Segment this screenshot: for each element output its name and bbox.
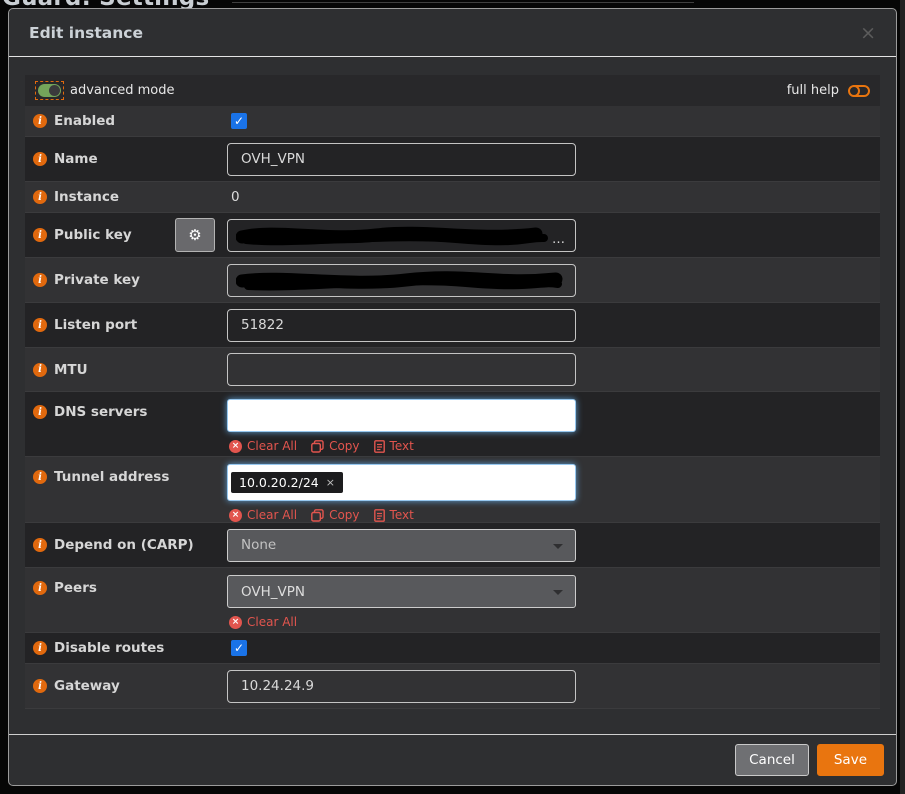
full-help-toggle-off-icon[interactable] <box>848 84 870 97</box>
options-toolbar: advanced mode full help <box>25 75 880 106</box>
row-gateway: i Gateway 10.24.24.9 <box>25 664 880 709</box>
name-label: Name <box>54 151 98 167</box>
row-public-key: i Public key ⚙ … <box>25 213 880 258</box>
dns-text-link[interactable]: Text <box>373 439 414 453</box>
tunnel-address-tokenfield[interactable]: 10.0.20.2/24 × <box>227 464 576 501</box>
row-listen-port: i Listen port 51822 <box>25 303 880 348</box>
row-tunnel-address: i Tunnel address 10.0.20.2/24 × × Clear … <box>25 457 880 523</box>
tunnel-copy-link[interactable]: Copy <box>311 508 360 522</box>
dialog-body: advanced mode full help i Enabled ✓ i Na… <box>9 57 896 734</box>
cancel-button[interactable]: Cancel <box>735 744 809 776</box>
advanced-mode-control[interactable]: advanced mode <box>35 81 175 100</box>
row-disable-routes: i Disable routes ✓ <box>25 633 880 664</box>
remove-token-icon[interactable]: × <box>326 476 335 489</box>
info-icon[interactable]: i <box>33 273 47 287</box>
enabled-checkbox[interactable]: ✓ <box>231 113 247 129</box>
background-divider <box>232 2 694 3</box>
private-key-input[interactable] <box>227 263 576 297</box>
dialog-header: Edit instance × <box>9 9 896 57</box>
row-instance: i Instance 0 <box>25 182 880 213</box>
info-icon[interactable]: i <box>33 228 47 242</box>
full-help-label: full help <box>786 83 839 98</box>
redacted-public-key-scribble <box>236 226 548 245</box>
listen-port-label: Listen port <box>54 317 138 333</box>
info-icon[interactable]: i <box>33 470 47 484</box>
redacted-private-key-scribble <box>236 270 563 290</box>
info-icon[interactable]: i <box>33 318 47 332</box>
advanced-mode-label: advanced mode <box>70 83 175 98</box>
row-private-key: i Private key <box>25 258 880 303</box>
clear-all-icon: × <box>229 439 242 453</box>
dns-copy-link[interactable]: Copy <box>311 439 360 453</box>
generate-key-button[interactable]: ⚙ <box>175 218 215 252</box>
gear-icon: ⚙ <box>188 227 202 244</box>
dns-servers-tokenfield[interactable] <box>227 399 576 432</box>
info-icon[interactable]: i <box>33 152 47 166</box>
tunnel-clear-all-link[interactable]: × Clear All <box>229 508 297 522</box>
info-icon[interactable]: i <box>33 679 47 693</box>
row-peers: i Peers OVH_VPN × Clear All <box>25 568 880 633</box>
row-mtu: i MTU <box>25 348 880 392</box>
tunnel-address-token: 10.0.20.2/24 × <box>231 472 343 493</box>
info-icon[interactable]: i <box>33 362 47 377</box>
dns-servers-label: DNS servers <box>54 404 148 420</box>
public-key-label: Public key <box>54 227 132 243</box>
listen-port-input[interactable]: 51822 <box>227 308 576 342</box>
clear-all-icon: × <box>229 508 242 522</box>
save-button[interactable]: Save <box>816 744 884 776</box>
peers-select[interactable]: OVH_VPN <box>227 575 576 608</box>
row-name: i Name OVH_VPN <box>25 137 880 182</box>
tunnel-address-label: Tunnel address <box>54 469 170 485</box>
public-key-input[interactable]: … <box>227 218 576 252</box>
info-icon[interactable]: i <box>33 405 47 419</box>
page-scrollbar[interactable] <box>900 0 905 794</box>
info-icon[interactable]: i <box>33 190 47 204</box>
disable-routes-label: Disable routes <box>54 640 165 656</box>
row-dns-servers: i DNS servers × Clear All Copy Text <box>25 392 880 457</box>
close-icon[interactable]: × <box>860 24 876 43</box>
row-enabled: i Enabled ✓ <box>25 106 880 137</box>
info-icon[interactable]: i <box>33 641 47 655</box>
depend-carp-label: Depend on (CARP) <box>54 537 194 553</box>
instance-value: 0 <box>231 189 240 205</box>
gateway-input[interactable]: 10.24.24.9 <box>227 669 576 703</box>
advanced-mode-toggle-on-icon[interactable] <box>35 81 64 100</box>
info-icon[interactable]: i <box>33 581 47 595</box>
info-icon[interactable]: i <box>33 538 47 552</box>
public-key-ellipsis: … <box>552 231 565 247</box>
text-file-icon <box>373 439 385 453</box>
info-icon[interactable]: i <box>33 114 47 128</box>
disable-routes-checkbox[interactable]: ✓ <box>231 640 247 656</box>
peers-clear-all-link[interactable]: × Clear All <box>229 615 297 629</box>
chevron-down-icon <box>553 543 563 549</box>
mtu-input[interactable] <box>227 353 576 386</box>
clear-all-icon: × <box>229 615 242 629</box>
enabled-label: Enabled <box>54 113 116 129</box>
dialog-title: Edit instance <box>29 24 143 42</box>
instance-label: Instance <box>54 189 120 205</box>
gateway-label: Gateway <box>54 678 120 694</box>
chevron-down-icon <box>553 590 563 595</box>
tunnel-text-link[interactable]: Text <box>373 508 414 522</box>
mtu-label: MTU <box>54 361 88 378</box>
peers-label: Peers <box>54 580 97 596</box>
dns-clear-all-link[interactable]: × Clear All <box>229 439 297 453</box>
name-input[interactable]: OVH_VPN <box>227 142 576 176</box>
depend-carp-select[interactable]: None <box>227 528 576 562</box>
text-file-icon <box>373 508 385 522</box>
full-help-control[interactable]: full help <box>787 83 870 98</box>
edit-instance-dialog: Edit instance × advanced mode full help … <box>8 8 897 786</box>
private-key-label: Private key <box>54 272 140 288</box>
dialog-footer: Cancel Save <box>9 734 896 785</box>
row-depend-carp: i Depend on (CARP) None <box>25 523 880 568</box>
copy-icon <box>311 439 324 453</box>
copy-icon <box>311 508 324 522</box>
